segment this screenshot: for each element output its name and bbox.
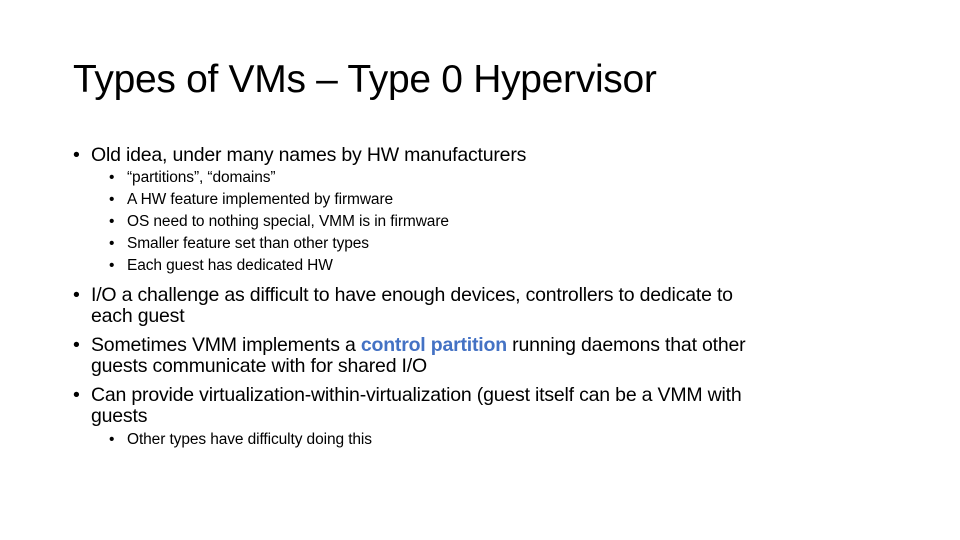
bullet-old-idea: • Old idea, under many names by HW manuf… xyxy=(73,145,526,166)
sub-bullet-text: A HW feature implemented by firmware xyxy=(127,191,394,208)
bullet-text-post: running daemons that other xyxy=(506,334,746,356)
bullet-dot: • xyxy=(73,384,80,406)
bullet-dot: • xyxy=(109,169,115,186)
bullet-text-line1: I/O a challenge as difficult to have eno… xyxy=(91,284,733,306)
bullet-text-line2: each guest xyxy=(91,305,185,327)
bullet-dot: • xyxy=(109,235,115,252)
sub-bullet-partitions: • “partitions”, “domains” xyxy=(109,167,276,189)
bullet-dot: • xyxy=(73,144,80,166)
bullet-text-line2: guests communicate with for shared I/O xyxy=(91,355,427,377)
bullet-control-partition: • Sometimes VMM implements a control par… xyxy=(73,334,746,377)
bullet-dot: • xyxy=(73,334,80,356)
sub-bullet-text: Smaller feature set than other types xyxy=(127,235,369,252)
sub-bullet-text: OS need to nothing special, VMM is in fi… xyxy=(127,213,449,230)
bullet-dot: • xyxy=(109,257,115,274)
bullet-io-challenge: • I/O a challenge as difficult to have e… xyxy=(73,285,733,327)
bullet-dot: • xyxy=(73,284,80,306)
sub-bullet-text: “partitions”, “domains” xyxy=(127,169,276,186)
sub-bullet-other-types-difficulty: • Other types have difficulty doing this xyxy=(109,429,372,451)
bullet-dot: • xyxy=(109,431,115,448)
bullet-text-line1: Can provide virtualization-within-virtua… xyxy=(91,384,742,406)
bullet-text: Old idea, under many names by HW manufac… xyxy=(91,144,527,166)
bullet-dot: • xyxy=(109,213,115,230)
bullet-text-line1: Sometimes VMM implements a control parti… xyxy=(91,334,746,356)
highlight-control-partition: control partition xyxy=(360,334,507,356)
sub-bullet-text: Each guest has dedicated HW xyxy=(127,257,333,274)
sub-bullet-text: Other types have difficulty doing this xyxy=(127,431,372,448)
bullet-text-line2: guests xyxy=(91,405,148,427)
sub-bullet-dedicated-hw: • Each guest has dedicated HW xyxy=(109,255,333,277)
sub-bullet-hw-feature: • A HW feature implemented by firmware xyxy=(109,189,393,211)
bullet-dot: • xyxy=(109,191,115,208)
sub-bullet-os-need: • OS need to nothing special, VMM is in … xyxy=(109,211,449,233)
bullet-text-pre: Sometimes VMM implements a xyxy=(91,334,361,356)
bullet-nested-virtualization: • Can provide virtualization-within-virt… xyxy=(73,385,742,427)
sub-bullet-smaller-feature-set: • Smaller feature set than other types xyxy=(109,233,369,255)
slide-title: Types of VMs – Type 0 Hypervisor xyxy=(73,58,657,101)
